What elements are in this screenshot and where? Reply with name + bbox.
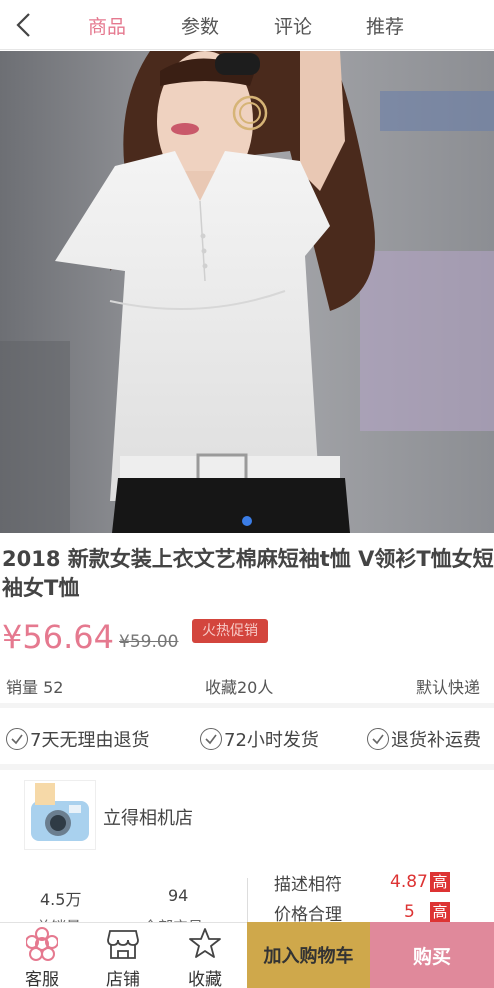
product-title: 2018 新款女装上衣文艺棉麻短袖t恤 V领衫T恤女短袖女T恤 <box>2 547 494 600</box>
service-shipping: 退货补运费 <box>367 725 481 753</box>
service-label: 72小时发货 <box>224 730 319 751</box>
footer-label: 客服 <box>25 970 59 988</box>
rating-score: 4.87 <box>390 872 428 892</box>
rating-score: 5 <box>404 902 415 922</box>
service-delivery: 72小时发货 <box>200 725 319 753</box>
section-divider <box>0 703 494 708</box>
shipping-method: 默认快递 <box>416 678 481 697</box>
favorite-button[interactable]: 收藏 <box>165 923 245 988</box>
store-icon <box>107 930 139 959</box>
sales-count: 销量 52 <box>6 678 64 697</box>
check-circle-icon <box>6 728 28 750</box>
rating-label: 描述相符 <box>274 875 342 895</box>
chevron-left-icon <box>16 13 30 37</box>
star-icon <box>189 928 221 958</box>
tab-recommend[interactable]: 推荐 <box>366 12 404 39</box>
rating-level: 高 <box>430 902 450 922</box>
original-price: ¥59.00 <box>119 632 179 652</box>
flower-service-icon <box>26 927 58 961</box>
tab-product[interactable]: 商品 <box>88 12 126 39</box>
customer-service-button[interactable]: 客服 <box>2 923 82 988</box>
shop-total-sales: 4.5万 <box>40 890 82 909</box>
check-circle-icon <box>367 728 389 750</box>
shop-all-products: 94 <box>168 886 189 905</box>
footer-label: 收藏 <box>188 970 222 988</box>
divider <box>247 878 248 928</box>
back-button[interactable] <box>10 10 40 40</box>
service-label: 退货补运费 <box>391 730 481 751</box>
carousel-indicator <box>242 516 252 526</box>
section-divider <box>0 764 494 770</box>
shop-logo[interactable] <box>24 780 96 850</box>
buy-now-button[interactable]: 购买 <box>370 922 494 988</box>
tab-params[interactable]: 参数 <box>181 12 219 39</box>
tab-reviews[interactable]: 评论 <box>274 12 312 39</box>
check-circle-icon <box>200 728 222 750</box>
product-image[interactable] <box>0 51 494 533</box>
service-return: 7天无理由退货 <box>6 725 149 753</box>
add-to-cart-button[interactable]: 加入购物车 <box>247 922 370 988</box>
store-button[interactable]: 店铺 <box>83 923 163 988</box>
service-label: 7天无理由退货 <box>30 730 150 751</box>
shop-name[interactable]: 立得相机店 <box>103 804 193 830</box>
rating-level: 高 <box>430 872 450 892</box>
favorites-count: 收藏20人 <box>205 678 274 697</box>
top-nav: 商品 参数 评论 推荐 <box>0 0 494 50</box>
product-price: ¥56.64 <box>2 618 114 656</box>
promo-badge: 火热促销 <box>192 619 268 643</box>
footer-label: 店铺 <box>106 970 140 988</box>
